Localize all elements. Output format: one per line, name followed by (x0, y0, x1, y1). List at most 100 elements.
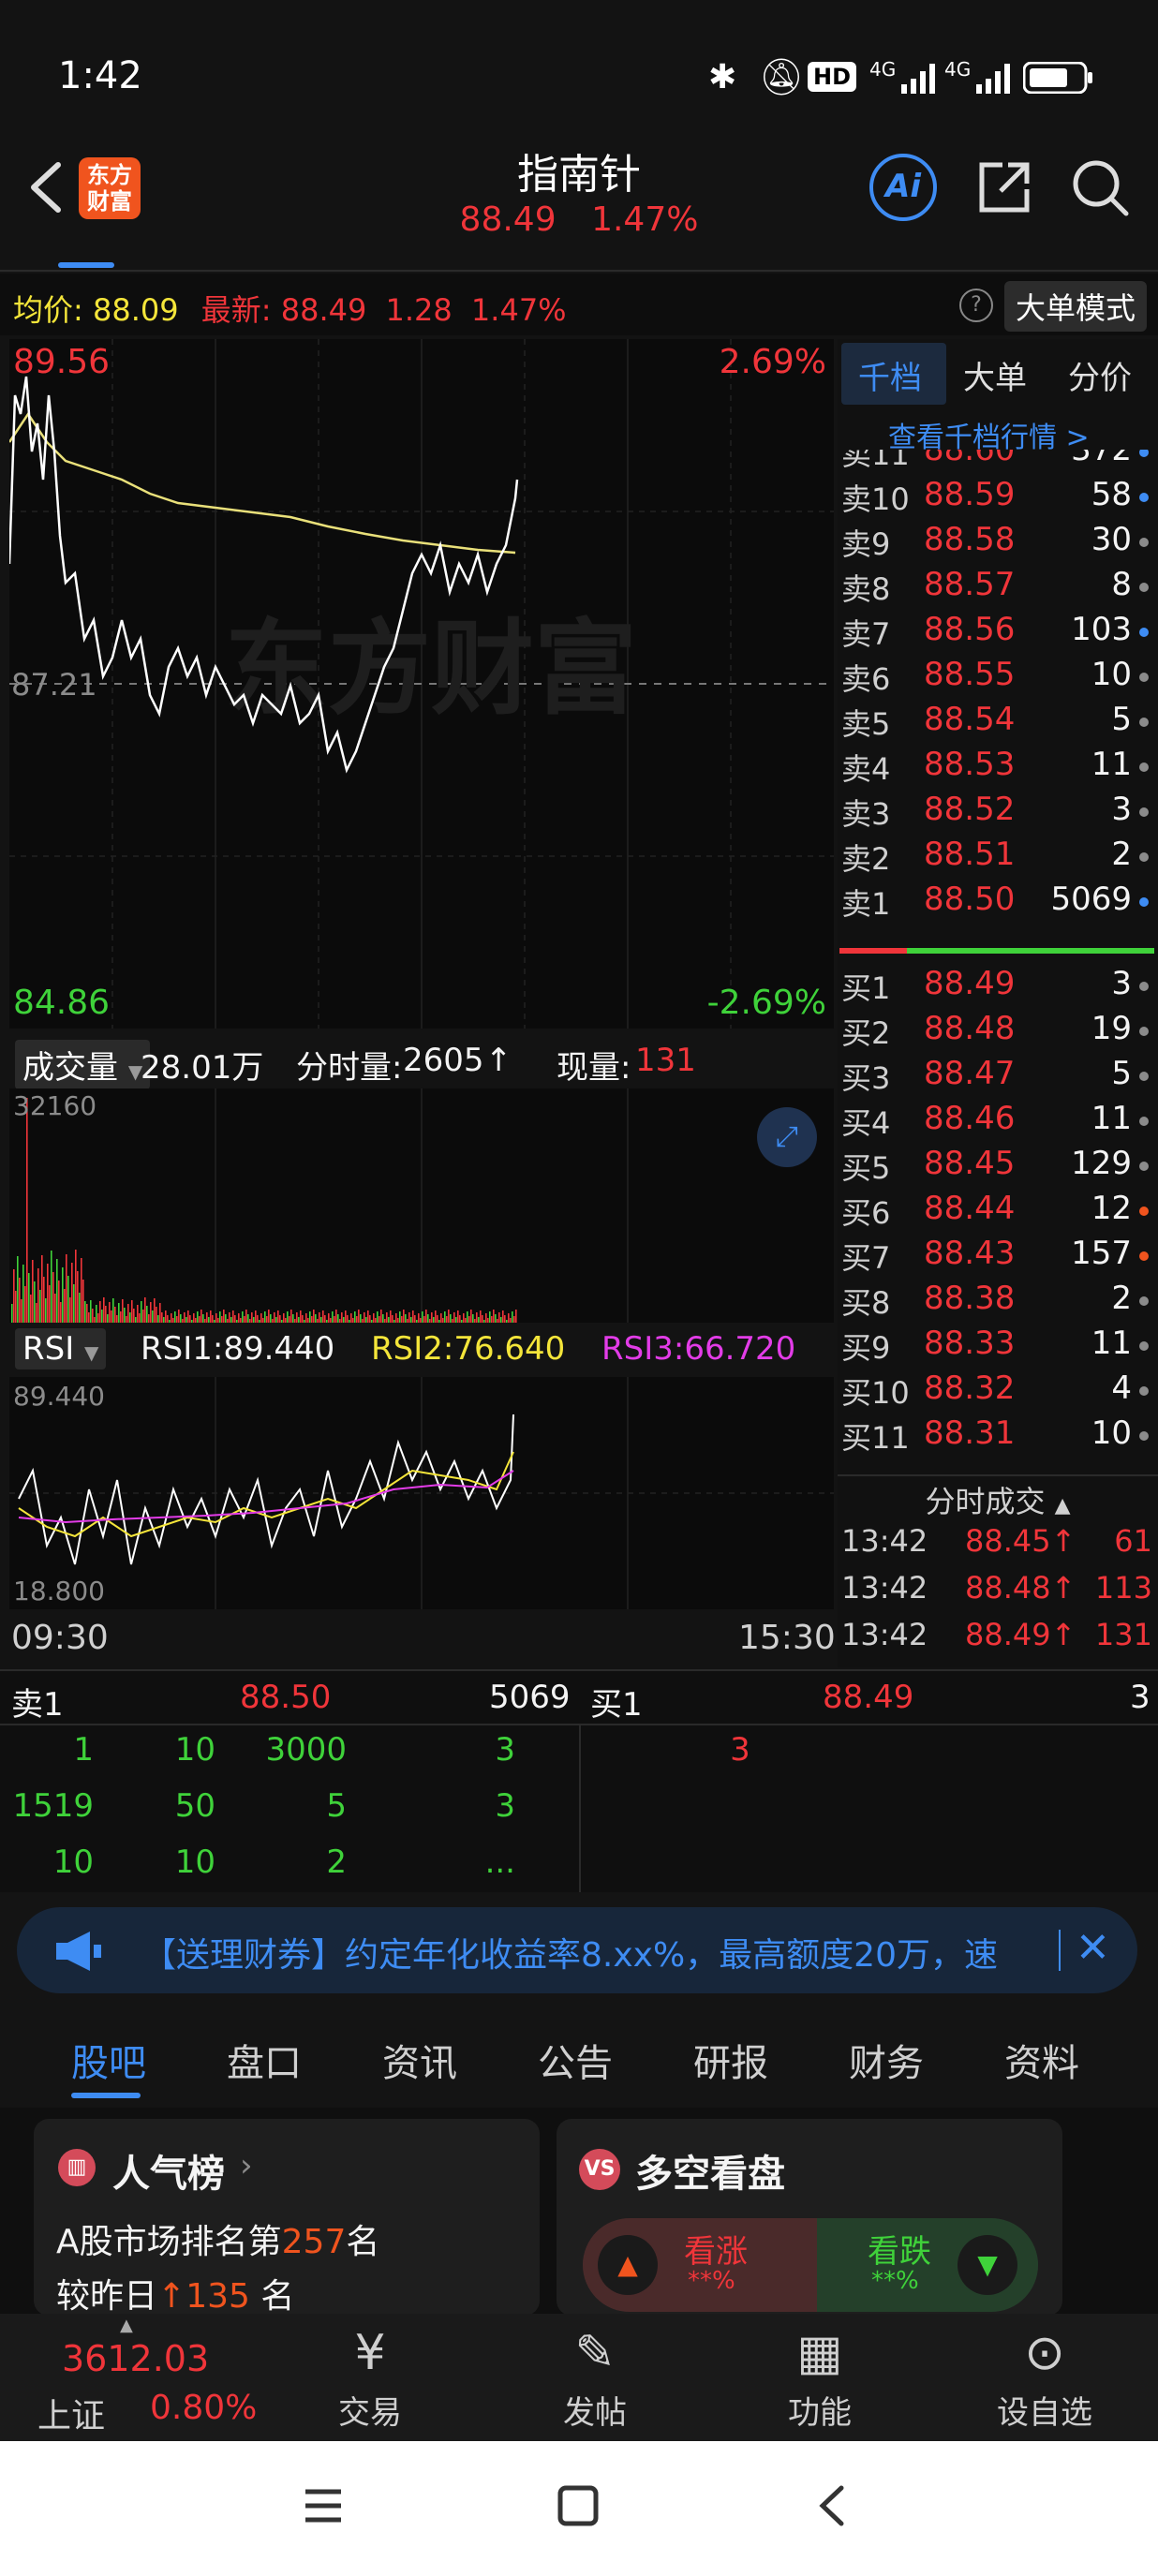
volume-bar (283, 1313, 285, 1323)
volume-bar (461, 1320, 463, 1323)
volume-bar (131, 1300, 133, 1323)
tab-guba[interactable]: 股吧 (71, 2033, 146, 2087)
level-price: 88.33 (924, 1325, 1016, 1362)
volume-bar (298, 1317, 300, 1323)
level-price: 88.44 (924, 1190, 1016, 1227)
volume-bar (334, 1316, 335, 1323)
search-icon[interactable] (1070, 157, 1130, 217)
tab-profile[interactable]: 资料 (1004, 2033, 1079, 2087)
level-price: 88.43 (924, 1235, 1016, 1272)
popularity-card[interactable]: ▥ 人气榜 › A股市场排名第257名 较昨日↑135 名 (34, 2119, 540, 2316)
sentiment-card[interactable]: VS 多空看盘 ▲ 看涨 **% 看跌 **% ▼ (557, 2119, 1062, 2316)
caret-up-icon: ▲ (1054, 1494, 1071, 1517)
vote-down-button[interactable]: ▼ (958, 2235, 1017, 2295)
tab-research[interactable]: 研报 (693, 2033, 768, 2087)
level-price: 88.32 (924, 1369, 1016, 1407)
bid-level-row[interactable]: 买9 88.33 11 (838, 1325, 1152, 1369)
volume-bar (397, 1318, 399, 1323)
volume-bar (384, 1319, 386, 1323)
queue-sell-cell: 3 (495, 1731, 515, 1769)
queue-buy-label: 买1 (590, 1686, 643, 1724)
bid-level-row[interactable]: 买3 88.47 5 (838, 1055, 1152, 1100)
queue-sell-cell: 5 (326, 1787, 347, 1825)
change-number: 135 (186, 2277, 250, 2316)
vote-up-button[interactable]: ▲ (598, 2235, 658, 2295)
nav-functions[interactable]: ▦ 功能 (750, 2327, 890, 2433)
volume-bar (515, 1310, 517, 1323)
ask-level-row[interactable]: 卖3 88.52 3 (838, 791, 1152, 836)
ask-level-row[interactable]: 卖1 88.50 5069 (838, 881, 1152, 925)
bid-level-row[interactable]: 买6 88.44 12 (838, 1190, 1152, 1235)
level-price: 88.51 (924, 836, 1016, 873)
ask-level-row[interactable]: 卖9 88.58 30 (838, 521, 1152, 566)
tab-big-orders[interactable]: 大单 (963, 352, 1027, 398)
level-dot-icon (1139, 1251, 1149, 1261)
bid-level-row[interactable]: 买11 88.31 10 (838, 1414, 1152, 1459)
level-dot-icon (1139, 628, 1149, 637)
grid-icon: ▦ (796, 2325, 843, 2381)
volume-bar (257, 1315, 259, 1323)
ask-level-row[interactable]: 卖10 88.59 58 (838, 476, 1152, 521)
nav-post[interactable]: ✎ 发帖 (525, 2327, 665, 2433)
bid-level-row[interactable]: 买1 88.49 3 (838, 965, 1152, 1010)
queue-buy-price: 88.49 (823, 1679, 914, 1716)
ask-level-row[interactable]: 卖11 88.60 372 (838, 450, 1152, 476)
queue-sell-vol: 5069 (489, 1679, 571, 1716)
volume-bar (414, 1315, 416, 1323)
menu-icon[interactable] (302, 2484, 345, 2527)
tab-finance[interactable]: 财务 (849, 2033, 924, 2087)
queue-sell-label: 卖1 (11, 1686, 64, 1724)
bid-level-row[interactable]: 买4 88.46 11 (838, 1100, 1152, 1145)
queue-sell-cell: ... (484, 1843, 515, 1881)
index-value[interactable]: 3612.03 (62, 2338, 209, 2379)
share-icon[interactable] (974, 157, 1034, 217)
bid-level-row[interactable]: 买10 88.32 4 (838, 1369, 1152, 1414)
tab-price-dist[interactable]: 分价 (1068, 352, 1132, 398)
megaphone-icon (49, 1928, 105, 1975)
volume-bar (412, 1310, 414, 1323)
rsi-indicator-select[interactable]: RSI ▼ (15, 1328, 107, 1369)
queue-buy-vol: 3 (1130, 1679, 1151, 1716)
tab-news[interactable]: 资讯 (382, 2033, 457, 2087)
bid-level-row[interactable]: 买2 88.48 19 (838, 1010, 1152, 1055)
tab-pankou[interactable]: 盘口 (227, 2033, 302, 2087)
tick-time: 13:42 (841, 1617, 928, 1652)
change-suffix: 名 (260, 2277, 295, 2316)
volume-bar (133, 1309, 135, 1323)
tick-time: 13:42 (841, 1523, 928, 1559)
back-icon[interactable] (811, 2484, 854, 2527)
nav-trade[interactable]: ¥ 交易 (300, 2327, 440, 2433)
rank-number: 257 (281, 2223, 347, 2261)
home-icon[interactable] (557, 2484, 600, 2527)
tick-volume: 61 (1114, 1523, 1152, 1559)
ask-level-row[interactable]: 卖4 88.53 11 (838, 746, 1152, 791)
volume-bar (92, 1309, 94, 1323)
level-dot-icon (1139, 1162, 1149, 1171)
ask-level-row[interactable]: 卖2 88.51 2 (838, 836, 1152, 881)
close-icon[interactable]: ✕ (1076, 1924, 1110, 1972)
queue-sell-cell: 1519 (12, 1787, 94, 1825)
level-dot-icon (1139, 807, 1149, 817)
low-pct: -2.69% (706, 984, 826, 1022)
ai-button[interactable]: Ai (869, 154, 937, 221)
tab-thousand-levels[interactable]: 千档 (858, 352, 922, 398)
ask-level-row[interactable]: 卖5 88.54 5 (838, 701, 1152, 746)
ask-level-row[interactable]: 卖6 88.55 10 (838, 656, 1152, 701)
nav-add-favorite[interactable]: ⊙ 设自选 (974, 2327, 1115, 2433)
level-dot-icon (1139, 1072, 1149, 1081)
big-order-mode-button[interactable]: 大单模式 (1004, 281, 1148, 332)
volume-bar (423, 1316, 425, 1323)
volume-indicator-select[interactable]: 成交量 ▼ (15, 1040, 151, 1089)
promo-banner[interactable]: 【送理财券】约定年化收益率8.xx%，最高额度20万，速 ✕ (17, 1907, 1137, 1993)
tab-announcements[interactable]: 公告 (538, 2033, 613, 2087)
ask-level-row[interactable]: 卖7 88.56 103 (838, 611, 1152, 656)
bid-level-row[interactable]: 买5 88.45 129 (838, 1145, 1152, 1190)
ask-level-row[interactable]: 卖8 88.57 8 (838, 566, 1152, 611)
help-icon[interactable]: ? (959, 289, 993, 322)
bid-level-row[interactable]: 买8 88.38 2 (838, 1280, 1152, 1325)
volume-bar (189, 1315, 191, 1323)
expand-icon[interactable]: ⤢ (757, 1107, 817, 1167)
volume-bar (371, 1320, 373, 1323)
intraday-chart[interactable]: 东方财富 89.56 2.69% 87.21 84.86 -2.69% (7, 339, 834, 1029)
bid-level-row[interactable]: 买7 88.43 157 (838, 1235, 1152, 1280)
